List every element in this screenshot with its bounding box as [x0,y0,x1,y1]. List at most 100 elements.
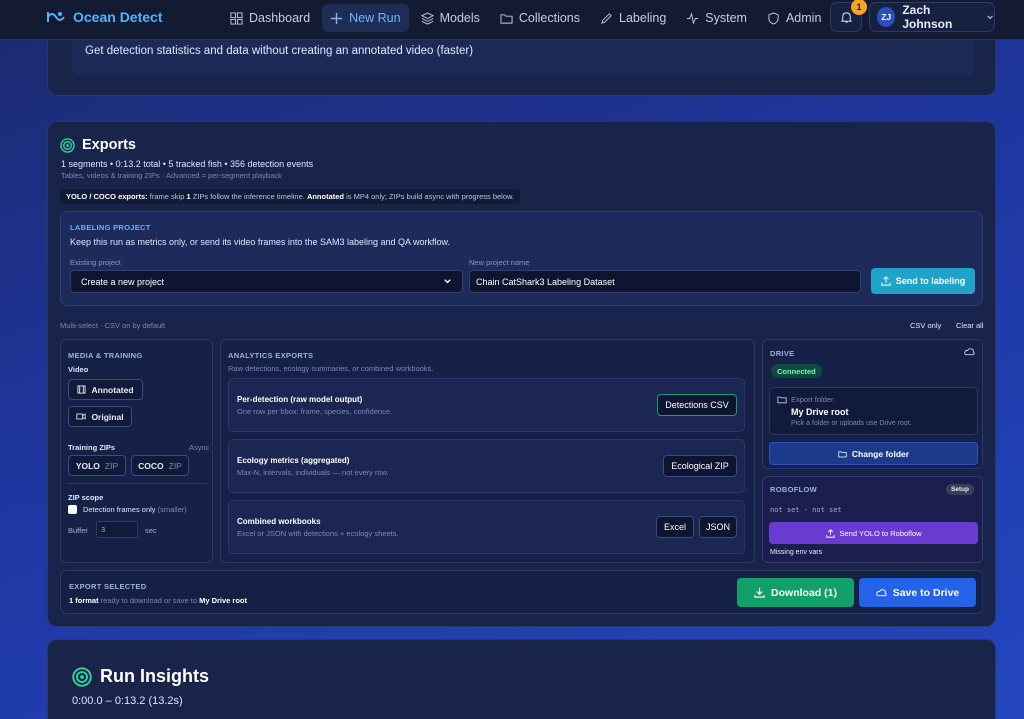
divider [66,483,207,484]
cloud-icon [964,348,975,356]
bell-icon [840,11,852,23]
buffer-label: Buffer [68,526,88,535]
detection-frames-only-label: Detection frames only [83,505,156,514]
brand-logo[interactable]: Ocean Detect [46,9,162,25]
combined-workbooks-title: Combined workbooks [237,517,321,526]
main-nav: Dashboard New Run Models Collections Lab… [222,4,829,32]
labeling-project-panel: LABELING PROJECT Keep this run as metric… [60,211,983,306]
yolo-zip-button[interactable]: YOLO ZIP [68,455,126,476]
plus-icon [331,12,343,24]
dashboard-icon [230,11,243,25]
ecology-metrics-row: Ecology metrics (aggregated) Max-N, inte… [228,439,745,493]
nav-labeling[interactable]: Labeling [592,4,674,32]
send-to-labeling-label: Send to labeling [895,276,966,286]
excel-button[interactable]: Excel [656,516,694,538]
export-folder-label: Export folder [791,395,834,404]
clear-all-button[interactable]: Clear all [956,321,984,330]
existing-project-select[interactable]: Create a new project [70,270,463,293]
avatar: ZJ [877,7,896,27]
nav-dashboard[interactable]: Dashboard [222,4,318,32]
run-insights-card: Run Insights 0:00.0 – 0:13.2 (13.2s) [47,639,996,719]
export-notice: YOLO / COCO exports: frame skip 1 ZIPs f… [60,189,521,204]
exports-substats: Tables, videos & training ZIPs · Advance… [61,171,282,180]
notifications-button[interactable]: 1 [830,0,867,32]
original-video-button[interactable]: Original [68,406,132,427]
folder-icon [838,450,847,457]
exports-stats: 1 segments • 0:13.2 total • 5 tracked fi… [61,159,314,169]
nav-models-label: Models [439,11,480,25]
save-to-drive-label: Save to Drive [892,586,960,599]
analytics-exports-panel: ANALYTICS EXPORTS Raw detections, ecolog… [220,339,755,563]
ecology-metrics-desc: Max-N, intervals, individuals — not ever… [237,468,389,477]
exports-card: Exports 1 segments • 0:13.2 total • 5 tr… [47,121,996,627]
folder-icon [777,396,787,404]
new-project-name-value: Chain CatShark3 Labeling Dataset [476,276,615,287]
nav-models[interactable]: Models [413,4,488,32]
analytics-subtitle: Raw detections, ecology summaries, or co… [228,364,434,373]
media-training-panel: MEDIA & TRAINING Video Annotated Origina… [60,339,213,563]
nav-admin[interactable]: Admin [759,4,829,32]
run-insights-title: Run Insights [100,666,209,686]
drive-panel: DRIVE Connected Export folder My Drive r… [762,339,983,469]
upload-icon [881,276,891,286]
app-name: Ocean Detect [73,9,163,25]
ecological-zip-button[interactable]: Ecological ZIP [663,455,737,477]
export-folder-box: Export folder My Drive root Pick a folde… [769,387,978,435]
detections-csv-button[interactable]: Detections CSV [657,394,737,416]
buffer-input[interactable]: 3 [96,521,138,538]
export-selected-summary: 1 format ready to download or save to My… [69,596,249,605]
zip-scope-label: ZIP scope [68,493,104,502]
detection-frames-only-checkbox[interactable] [68,505,77,514]
video-label: Video [68,365,89,374]
drive-status-badge: Connected [771,364,822,378]
send-yolo-to-roboflow-button[interactable]: Send YOLO to Roboflow [769,522,978,544]
json-button[interactable]: JSON [699,516,737,538]
per-detection-title: Per-detection (raw model output) [237,395,363,404]
download-label: Download (1) [771,586,837,599]
combined-workbooks-desc: Excel or JSON with detections + ecology … [237,529,399,538]
save-to-drive-button[interactable]: Save to Drive [859,578,976,607]
target-icon [60,137,75,153]
coco-zip-button[interactable]: COCO ZIP [131,455,189,476]
combined-workbooks-row: Combined workbooks Excel or JSON with de… [228,500,745,554]
chevron-down-icon [444,279,451,284]
nav-collections[interactable]: Collections [492,4,588,32]
notice-t3: is MP4 only; ZIPs build async with progr… [344,192,515,201]
new-project-name-input[interactable]: Chain CatShark3 Labeling Dataset [469,270,861,293]
sec-label: sec [145,526,157,535]
roboflow-setup-badge[interactable]: Setup [945,484,974,495]
detection-frames-only-text: Detection frames only (smaller) [83,505,187,514]
user-menu[interactable]: ZJ Zach Johnson [869,2,995,32]
change-folder-button[interactable]: Change folder [769,442,978,465]
per-detection-desc: One row per bbox: frame, species, confid… [237,407,393,416]
annotated-video-button[interactable]: Annotated [68,379,143,400]
send-to-labeling-button[interactable]: Send to labeling [871,268,975,294]
format-count: 1 format [69,596,99,605]
top-navbar: Ocean Detect Dashboard New Run Models Co… [0,0,1024,40]
notification-badge: 1 [851,0,867,15]
yolo-zip-suffix: ZIP [104,460,119,471]
annotated-label: Annotated [91,384,134,395]
export-selected-title: EXPORT SELECTED [69,582,147,591]
notice-b1: YOLO / COCO exports: [66,192,148,201]
nav-labeling-label: Labeling [619,11,667,25]
nav-new-run[interactable]: New Run [322,4,409,32]
exports-heading: Exports [60,137,136,153]
download-button[interactable]: Download (1) [737,578,854,607]
export-selected-mid: ready to download or save to [98,596,200,605]
coco-zip-suffix: ZIP [168,460,182,471]
user-name: Zach Johnson [902,3,953,31]
stats-only-option[interactable]: Get detection statistics and data withou… [72,37,974,75]
async-label: Async [189,443,210,452]
notice-t1: frame skip [147,192,187,201]
export-folder-hint: Pick a folder or uploads use Drive root. [791,420,912,427]
analytics-title: ANALYTICS EXPORTS [228,351,314,360]
smaller-hint: (smaller) [157,505,187,514]
nav-collections-label: Collections [518,11,581,25]
send-yolo-label: Send YOLO to Roboflow [839,528,922,538]
original-label: Original [91,411,124,422]
csv-only-button[interactable]: CSV only [910,321,941,330]
nav-system[interactable]: System [678,4,755,32]
training-zips-label: Training ZIPs [68,443,116,452]
download-icon [754,587,765,598]
